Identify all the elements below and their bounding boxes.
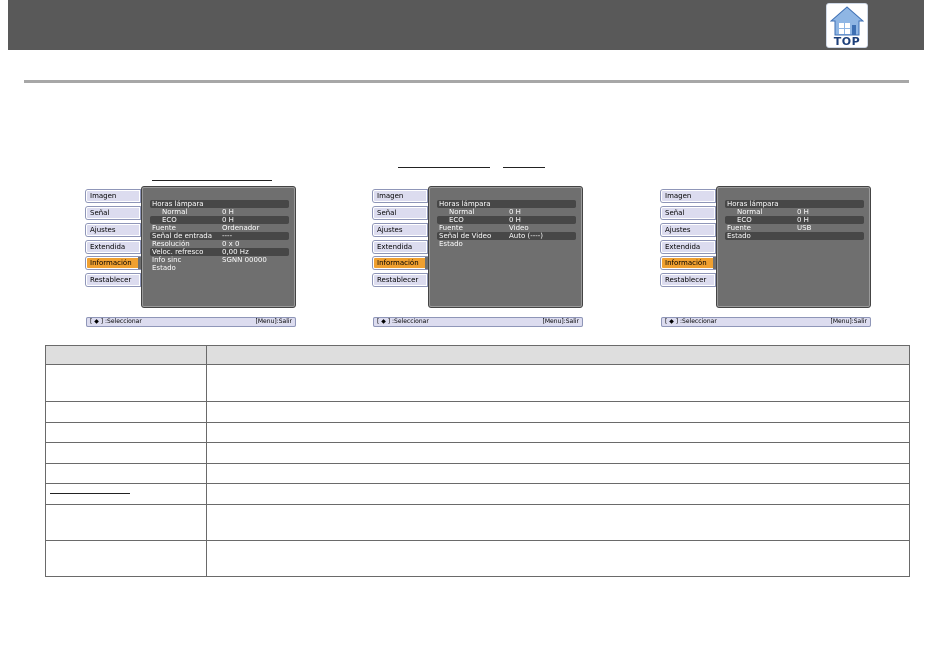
info-panel: Horas lámpara Normal 0 H ECO 0 H Fuente Vid… — [428, 186, 583, 308]
menu-tab-extendida: Extendida — [661, 241, 715, 253]
table-row — [45, 539, 910, 577]
menu-tab-imagen: Imagen — [661, 190, 715, 202]
table-header-cell — [206, 345, 910, 365]
bottom-hint-bar: [ ◆ ] :Seleccionar [Menu]:Salir — [661, 317, 871, 327]
menu-tab-senal: Señal — [86, 207, 140, 219]
menu-screenshot-3: Imagen Señal Ajustes Extendida Informaci… — [661, 186, 873, 328]
link-underline[interactable] — [50, 493, 130, 495]
link-underline[interactable] — [152, 180, 272, 181]
menu-tab-ajustes: Ajustes — [373, 224, 427, 236]
table-row — [45, 462, 910, 484]
menu-tab-ajustes: Ajustes — [661, 224, 715, 236]
table-row — [45, 483, 910, 505]
link-underline[interactable] — [398, 167, 490, 168]
menu-tab-informacion: Información — [373, 257, 427, 269]
section-divider — [24, 80, 909, 83]
top-home-button[interactable]: TOP — [826, 3, 868, 48]
menu-tab-restablecer: Restablecer — [661, 274, 715, 286]
table-header-row — [45, 345, 910, 365]
bottom-hint-bar: [ ◆ ] :Seleccionar [Menu]:Salir — [373, 317, 583, 327]
menu-screenshot-2: Imagen Señal Ajustes Extendida Informaci… — [373, 186, 585, 328]
table-row — [45, 364, 910, 402]
header-bar — [8, 0, 924, 50]
menu-tab-senal: Señal — [661, 207, 715, 219]
table-row — [45, 442, 910, 464]
menu-tab-senal: Señal — [373, 207, 427, 219]
table-row — [45, 503, 910, 541]
house-icon — [830, 6, 864, 36]
menu-tab-ajustes: Ajustes — [86, 224, 140, 236]
menu-tab-informacion: Información — [661, 257, 715, 269]
menu-tab-informacion: Información — [86, 257, 140, 269]
menu-tab-imagen: Imagen — [373, 190, 427, 202]
menu-tab-restablecer: Restablecer — [86, 274, 140, 286]
table-row — [45, 421, 910, 443]
info-panel: Horas lámpara Normal 0 H ECO 0 H Fuente Ord… — [141, 186, 296, 308]
info-panel: Horas lámpara Normal 0 H ECO 0 H Fuente USB… — [716, 186, 871, 308]
menu-tab-extendida: Extendida — [86, 241, 140, 253]
link-underline[interactable] — [503, 167, 545, 168]
table-header-cell — [45, 345, 207, 365]
info-items-table — [45, 345, 910, 577]
top-logo-text: TOP — [833, 35, 861, 48]
bottom-hint-bar: [ ◆ ] :Seleccionar [Menu]:Salir — [86, 317, 296, 327]
table-row — [45, 401, 910, 423]
menu-tab-extendida: Extendida — [373, 241, 427, 253]
menu-tab-imagen: Imagen — [86, 190, 140, 202]
menu-tab-restablecer: Restablecer — [373, 274, 427, 286]
menu-screenshot-1: Imagen Señal Ajustes Extendida Informaci… — [86, 186, 298, 328]
